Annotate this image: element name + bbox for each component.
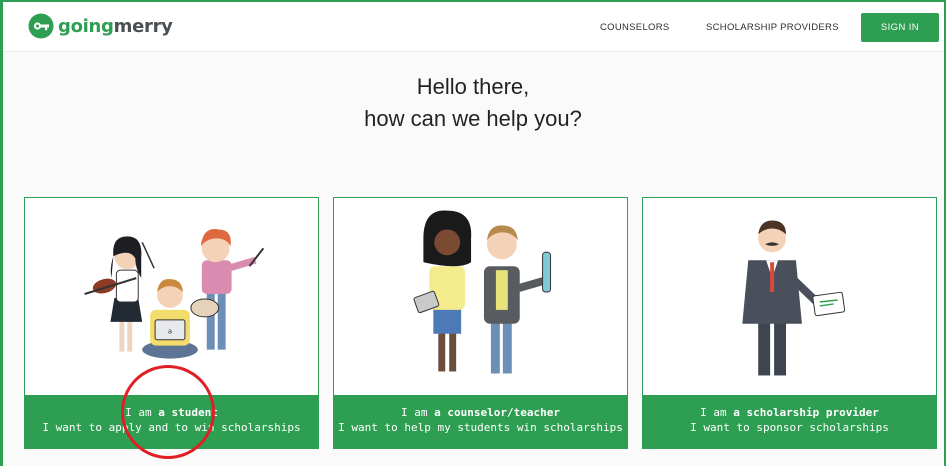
- greeting-line-1: Hello there,: [416, 74, 530, 99]
- goingmerry-logo-icon: [28, 13, 54, 39]
- provider-card[interactable]: I am a scholarship provider I want to sp…: [642, 197, 937, 449]
- counselor-role-line: I am a counselor/teacher: [401, 406, 560, 419]
- nav-scholarship-providers-link[interactable]: SCHOLARSHIP PROVIDERS: [706, 22, 839, 33]
- provider-illustration: [742, 220, 846, 376]
- students-illustration: a: [84, 229, 265, 359]
- red-annotation-circle: [121, 365, 215, 459]
- counselor-card[interactable]: I am a counselor/teacher I want to help …: [333, 197, 628, 449]
- logo[interactable]: goingmerry: [28, 13, 173, 39]
- counselor-description: I want to help my students win scholarsh…: [338, 421, 623, 434]
- counselor-card-band[interactable]: I am a counselor/teacher I want to help …: [333, 395, 628, 449]
- top-nav: goingmerry COUNSELORS SCHOLARSHIP PROVID…: [3, 2, 944, 52]
- counselors-illustration: [413, 210, 552, 374]
- provider-description: I want to sponsor scholarships: [690, 421, 889, 434]
- sign-in-button[interactable]: SIGN IN: [861, 13, 939, 42]
- provider-card-band[interactable]: I am a scholarship provider I want to sp…: [642, 395, 937, 449]
- svg-text:a: a: [168, 328, 172, 336]
- nav-counselors-link[interactable]: COUNSELORS: [600, 22, 670, 33]
- brand-name: goingmerry: [58, 15, 173, 37]
- provider-role-line: I am a scholarship provider: [700, 406, 879, 419]
- greeting-line-2: how can we help you?: [364, 106, 582, 131]
